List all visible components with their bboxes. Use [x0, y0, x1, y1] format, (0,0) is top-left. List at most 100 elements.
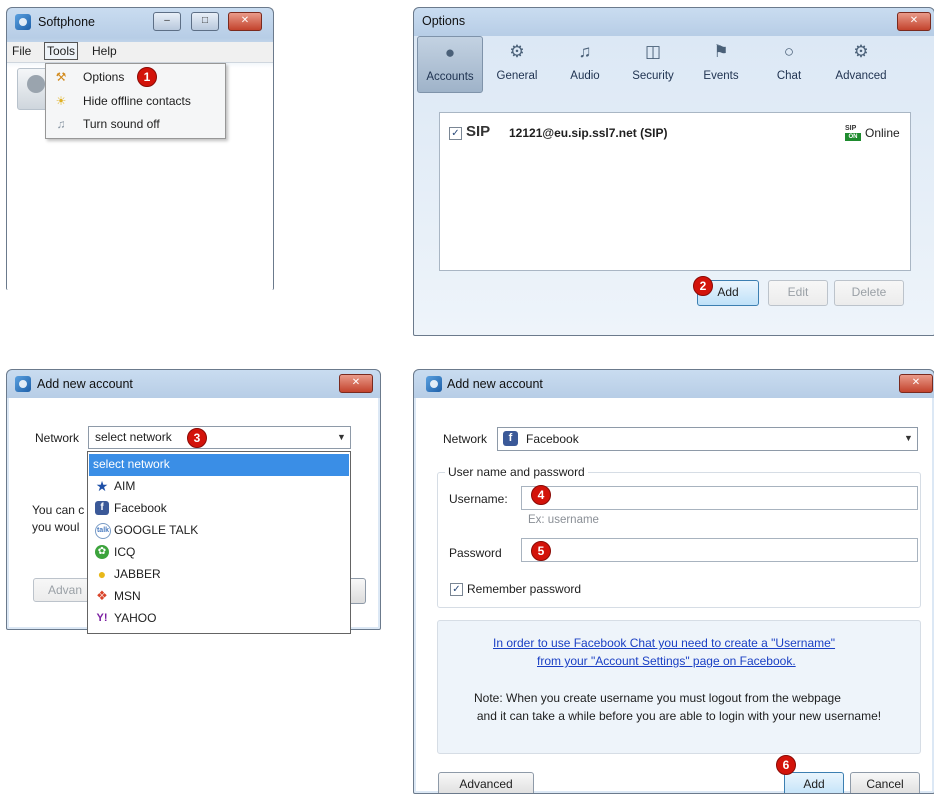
step-badge-3: 3 [187, 428, 207, 448]
speaker-icon: ♫ [578, 42, 592, 61]
add-account-body: Network f Facebook ▼ User name and passw… [416, 398, 932, 793]
close-button[interactable]: ✕ [339, 374, 373, 393]
note-line-1: Note: When you create username you must … [474, 691, 841, 705]
username-label: Username: [449, 492, 508, 506]
network-select-value: Facebook [526, 432, 579, 446]
chevron-down-icon[interactable]: ▼ [900, 428, 917, 450]
step-badge-5: 5 [531, 541, 551, 561]
facebook-username-link-line-1[interactable]: In order to use Facebook Chat you need t… [493, 636, 835, 650]
minimize-button[interactable]: – [153, 12, 181, 31]
network-dropdown-list: select network ★ AIM f Facebook talk GOO… [87, 451, 351, 634]
account-row[interactable]: ✓ SIP 12121@eu.sip.ssl7.net (SIP) SIP ON… [440, 121, 910, 143]
step-badge-2: 2 [693, 276, 713, 296]
sip-online-icon-top: SIP [845, 125, 857, 132]
network-option-msn[interactable]: ❖ MSN [89, 586, 349, 608]
menu-item-sound-off-label: Turn sound off [83, 117, 160, 131]
password-label: Password [449, 546, 502, 560]
network-label: Network [35, 431, 80, 445]
advanced-button[interactable]: Advanced [438, 772, 534, 793]
password-input[interactable] [521, 538, 918, 562]
network-option-aim[interactable]: ★ AIM [89, 476, 349, 498]
network-select[interactable]: f Facebook ▼ [497, 427, 918, 451]
facebook-icon: f [503, 431, 518, 446]
account-enabled-checkbox[interactable]: ✓ [449, 127, 462, 140]
menu-item-options-label: Options [83, 70, 125, 84]
menu-item-options[interactable]: ⚒ Options [46, 66, 225, 89]
tab-security[interactable]: ◫ Security [621, 36, 685, 92]
sip-online-icon: SIP ON [845, 125, 861, 141]
tab-security-label: Security [632, 70, 674, 82]
network-option-label: MSN [114, 589, 141, 603]
intro-text-line-2: you woul [32, 520, 80, 534]
tab-audio[interactable]: ♫ Audio [553, 36, 617, 92]
account-status: Online [865, 126, 900, 140]
chevron-down-icon[interactable]: ▼ [333, 427, 350, 448]
speaker-icon: ♫ [56, 117, 66, 131]
general-icon: ⚙ [509, 42, 525, 61]
delete-button[interactable]: Delete [834, 280, 904, 306]
network-select[interactable]: select network ▼ [88, 426, 351, 449]
network-option-icq[interactable]: ✿ ICQ [89, 542, 349, 564]
menu-item-sound-off[interactable]: ♫ Turn sound off [46, 113, 225, 136]
network-option-label: AIM [114, 479, 136, 493]
advanced-gear-icon: ⚙ [853, 42, 869, 61]
softphone-app-icon [15, 14, 31, 30]
tab-general-label: General [496, 70, 538, 82]
options-window: Options ✕ ● Accounts ⚙ General ♫ Audio ◫… [413, 7, 934, 336]
tab-advanced[interactable]: ⚙ Advanced [825, 36, 897, 92]
tab-events[interactable]: ⚑ Events [689, 36, 753, 92]
tab-chat[interactable]: ○ Chat [757, 36, 821, 92]
app-icon [426, 376, 442, 392]
menu-item-hide-offline[interactable]: ☀ Hide offline contacts [46, 90, 225, 113]
accounts-list: ✓ SIP 12121@eu.sip.ssl7.net (SIP) SIP ON… [439, 112, 911, 271]
credentials-group-title: User name and password [445, 465, 588, 479]
menu-help[interactable]: Help [92, 44, 117, 58]
sun-icon: ☀ [55, 94, 67, 108]
network-select-value: select network [95, 430, 172, 444]
tab-advanced-label: Advanced [835, 70, 887, 82]
remember-password-checkbox[interactable]: ✓ [450, 583, 463, 596]
softphone-title: Softphone [38, 15, 95, 29]
tools-icon: ⚒ [55, 70, 67, 84]
menu-file[interactable]: File [12, 44, 31, 58]
note-line-2: and it can take a while before you are a… [476, 709, 882, 723]
msn-butterfly-icon: ❖ [96, 588, 108, 603]
accounts-icon: ● [444, 43, 456, 62]
menu-tools[interactable]: Tools [44, 42, 79, 60]
tab-general[interactable]: ⚙ General [485, 36, 549, 92]
network-option-label: select network [93, 457, 170, 471]
maximize-button[interactable]: □ [191, 12, 219, 31]
add-account-titlebar: Add new account ✕ [414, 370, 934, 398]
add-account-titlebar: Add new account ✕ [7, 370, 380, 398]
close-button[interactable]: ✕ [897, 12, 931, 31]
tab-events-label: Events [703, 70, 739, 82]
network-option-label: JABBER [114, 567, 161, 581]
network-option-facebook[interactable]: f Facebook [89, 498, 349, 520]
account-address: 12121@eu.sip.ssl7.net (SIP) [509, 126, 668, 140]
add-account-window-facebook: Add new account ✕ Network f Facebook ▼ U… [413, 369, 934, 794]
add-button[interactable]: Add [784, 772, 844, 793]
network-option-label: YAHOO [114, 611, 157, 625]
step-badge-1: 1 [137, 67, 157, 87]
network-option-yahoo[interactable]: Y! YAHOO [89, 608, 349, 630]
close-button[interactable]: ✕ [899, 374, 933, 393]
jabber-bulb-icon: ● [97, 566, 107, 582]
facebook-info-box: In order to use Facebook Chat you need t… [437, 620, 921, 754]
sip-online-icon-bottom: ON [845, 133, 861, 141]
menu-item-hide-offline-label: Hide offline contacts [83, 94, 191, 108]
aim-icon: ★ [95, 478, 109, 494]
cancel-button[interactable]: Cancel [850, 772, 920, 793]
yahoo-icon: Y! [96, 612, 108, 624]
icq-flower-icon: ✿ [95, 545, 109, 559]
network-option-jabber[interactable]: ● JABBER [89, 564, 349, 586]
tab-audio-label: Audio [570, 70, 600, 82]
network-option-select[interactable]: select network [89, 454, 349, 476]
tab-accounts[interactable]: ● Accounts [417, 36, 483, 93]
close-button[interactable]: ✕ [228, 12, 262, 31]
add-account-title: Add new account [447, 377, 543, 391]
tab-chat-label: Chat [776, 70, 802, 82]
username-input[interactable] [521, 486, 918, 510]
facebook-username-link-line-2[interactable]: from your "Account Settings" page on Fac… [537, 654, 796, 668]
edit-button[interactable]: Edit [768, 280, 828, 306]
network-option-google-talk[interactable]: talk GOOGLE TALK [89, 520, 349, 542]
